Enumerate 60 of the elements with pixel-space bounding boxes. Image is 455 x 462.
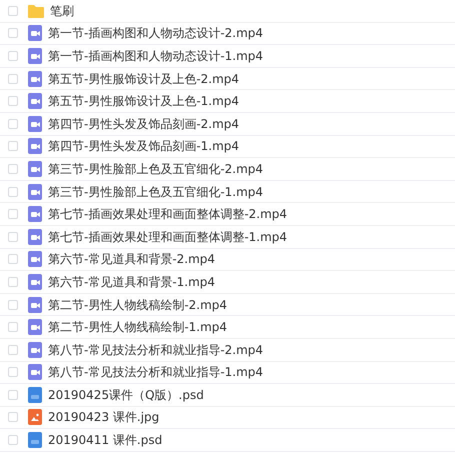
file-name[interactable]: 20190425课件（Q版）.psd bbox=[48, 386, 204, 404]
checkbox[interactable] bbox=[8, 344, 18, 355]
video-file-icon bbox=[28, 296, 42, 313]
checkbox[interactable] bbox=[8, 164, 18, 174]
checkbox[interactable] bbox=[8, 276, 18, 287]
checkbox[interactable] bbox=[8, 322, 18, 332]
psd-file-icon bbox=[28, 432, 42, 448]
checkbox[interactable] bbox=[8, 186, 18, 197]
file-name[interactable]: 第四节-男性头发及饰品刻画-2.mp4 bbox=[48, 114, 240, 133]
checkbox[interactable] bbox=[8, 50, 18, 61]
file-name[interactable]: 第三节-男性脸部上色及五官细化-2.mp4 bbox=[48, 160, 264, 178]
video-file-icon bbox=[28, 319, 42, 336]
psd-file-icon bbox=[28, 386, 42, 403]
file-name[interactable]: 第三节-男性脸部上色及五官细化-1.mp4 bbox=[48, 182, 264, 201]
checkbox[interactable] bbox=[8, 390, 18, 400]
file-name[interactable]: 第一节-插画构图和人物动态设计-1.mp4 bbox=[48, 46, 264, 65]
video-file-icon bbox=[28, 251, 42, 268]
checkbox[interactable] bbox=[8, 367, 18, 378]
video-file-icon bbox=[28, 274, 42, 290]
file-name[interactable]: 第二节-男性人物线稿绘制-1.mp4 bbox=[48, 318, 228, 336]
file-name[interactable]: 第四节-男性头发及饰品刻画-1.mp4 bbox=[48, 137, 240, 156]
file-name[interactable]: 第二节-男性人物线稿绘制-2.mp4 bbox=[48, 296, 228, 314]
checkbox[interactable] bbox=[8, 412, 18, 422]
file-name[interactable]: 笔刷 bbox=[50, 2, 74, 20]
checkbox[interactable] bbox=[8, 300, 18, 310]
video-file-icon bbox=[28, 25, 42, 42]
file-name[interactable]: 第五节-男性服饰设计及上色-1.mp4 bbox=[48, 92, 240, 110]
video-file-icon bbox=[28, 342, 42, 358]
checkbox[interactable] bbox=[8, 6, 18, 16]
file-name[interactable]: 第八节-常见技法分析和就业指导-1.mp4 bbox=[48, 363, 264, 382]
file-name[interactable]: 第一节-插画构图和人物动态设计-2.mp4 bbox=[48, 24, 264, 42]
video-file-icon bbox=[28, 364, 42, 380]
checkbox[interactable] bbox=[8, 209, 18, 220]
file-name[interactable]: 20190423 课件.jpg bbox=[48, 408, 160, 426]
file-name[interactable]: 第五节-男性服饰设计及上色-2.mp4 bbox=[48, 70, 240, 88]
file-name[interactable]: 第六节-常见道具和背景-1.mp4 bbox=[48, 272, 216, 291]
file-name[interactable]: 20190411 课件.psd bbox=[48, 431, 162, 450]
checkbox[interactable] bbox=[8, 28, 18, 38]
video-file-icon bbox=[28, 93, 42, 110]
video-file-icon bbox=[28, 116, 42, 132]
video-file-icon bbox=[28, 184, 42, 200]
checkbox[interactable] bbox=[8, 141, 18, 152]
video-file-icon bbox=[28, 138, 42, 154]
checkbox[interactable] bbox=[8, 254, 18, 264]
checkbox[interactable] bbox=[8, 118, 18, 129]
file-name[interactable]: 第七节-插画效果处理和画面整体调整-1.mp4 bbox=[48, 228, 288, 246]
checkbox[interactable] bbox=[8, 232, 18, 242]
video-file-icon bbox=[28, 48, 42, 64]
checkbox[interactable] bbox=[8, 435, 18, 446]
checkbox[interactable] bbox=[8, 96, 18, 106]
video-file-icon bbox=[28, 206, 42, 222]
video-file-icon bbox=[28, 70, 42, 87]
video-file-icon bbox=[28, 228, 42, 245]
checkbox[interactable] bbox=[8, 74, 18, 84]
file-name[interactable]: 第八节-常见技法分析和就业指导-2.mp4 bbox=[48, 340, 264, 359]
file-name[interactable]: 第六节-常见道具和背景-2.mp4 bbox=[48, 250, 216, 268]
folder-icon bbox=[28, 4, 44, 18]
file-name[interactable]: 第七节-插画效果处理和画面整体调整-2.mp4 bbox=[48, 205, 288, 224]
image-file-icon bbox=[28, 409, 42, 426]
video-file-icon bbox=[28, 160, 42, 177]
